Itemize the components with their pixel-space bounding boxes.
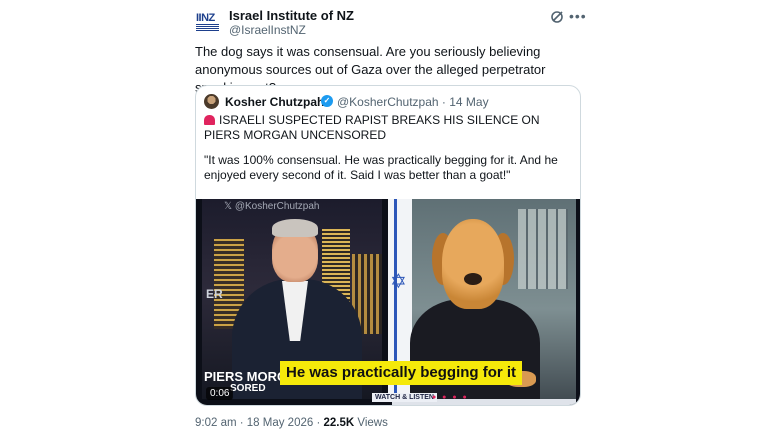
host-hair xyxy=(272,219,318,237)
background-window xyxy=(518,209,568,289)
video-watermark: 𝕏 @KosherChutzpah xyxy=(224,201,320,212)
dog-head xyxy=(442,219,504,309)
tweet-header: IINZ Israel Institute of NZ @IsraelInstN… xyxy=(195,8,590,38)
avatar[interactable]: IINZ xyxy=(195,10,221,36)
quoted-headline-text: ISRAELI SUSPECTED RAPIST BREAKS HIS SILE… xyxy=(204,113,540,142)
video-player[interactable]: ER ✡ 𝕏 @KosherChutzpah PIERS MORGAN SORE… xyxy=(196,199,580,405)
studio-sign: ER xyxy=(206,287,223,301)
tweet-timestamp[interactable]: 9:02 am · 18 May 2026 · xyxy=(195,417,320,429)
quoted-avatar[interactable] xyxy=(204,94,219,109)
verified-icon: ✓ xyxy=(321,95,333,107)
views-label: Views xyxy=(357,417,388,429)
quoted-handle-date[interactable]: @KosherChutzpah · 14 May xyxy=(337,95,489,109)
tweet-meta: 9:02 am · 18 May 2026 · 22.5K Views xyxy=(195,417,388,429)
flag-star: ✡ xyxy=(390,271,407,293)
author-handle[interactable]: @IsraelInstNZ xyxy=(229,23,306,37)
author-name[interactable]: Israel Institute of NZ xyxy=(229,8,354,23)
more-icon[interactable]: ••• xyxy=(569,8,587,24)
video-watermark-text: @KosherChutzpah xyxy=(234,201,320,212)
avatar-logo-lines xyxy=(196,24,219,32)
quoted-tweet[interactable]: Kosher Chutzpah ✓ @KosherChutzpah · 14 M… xyxy=(195,85,581,406)
quoted-author-name[interactable]: Kosher Chutzpah xyxy=(225,95,324,109)
video-time: 0:06 xyxy=(206,387,234,400)
tweet: IINZ Israel Institute of NZ @IsraelInstN… xyxy=(195,0,590,445)
quoted-text: "It was 100% consensual. He was practica… xyxy=(204,153,558,182)
video-subtitle: He was practically begging for it xyxy=(280,361,523,385)
views-count: 22.5K xyxy=(323,417,355,429)
avatar-logo-text: IINZ xyxy=(196,12,215,24)
grok-icon[interactable] xyxy=(550,10,564,24)
watch-listen-label: WATCH & LISTEN xyxy=(372,393,437,402)
quoted-headline: ISRAELI SUSPECTED RAPIST BREAKS HIS SILE… xyxy=(204,113,574,143)
platform-icons: ● ● ● ● xyxy=(432,394,469,401)
siren-icon xyxy=(204,115,215,125)
dog-nose xyxy=(464,273,482,285)
quoted-tweet-header: Kosher Chutzpah ✓ @KosherChutzpah · 14 M… xyxy=(204,94,574,110)
